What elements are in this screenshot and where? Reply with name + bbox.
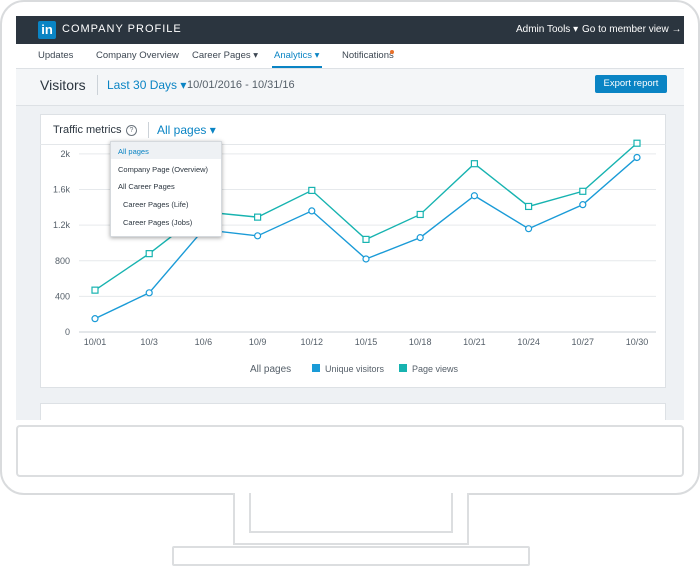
x-tick-label: 10/3 [140,337,158,347]
x-tick-label: 10/30 [626,337,649,347]
legend-swatch-unique-visitors [312,364,320,372]
data-point [416,210,424,219]
data-point [470,160,478,168]
data-point [633,139,641,147]
data-point [254,213,262,221]
x-tick-label: 10/15 [355,337,378,347]
dropdown-option-company-page[interactable]: Company Page (Overview) [118,165,208,174]
dropdown-option-all-career-pages[interactable]: All Career Pages [118,182,175,191]
x-tick-label: 10/21 [463,337,486,347]
dropdown-option-career-life[interactable]: Career Pages (Life) [123,200,188,209]
data-point [416,234,424,242]
data-point [254,232,262,240]
data-point [91,315,99,323]
data-point [91,286,99,294]
data-point [579,187,587,195]
y-tick-label: 1.6k [53,185,71,195]
x-tick-label: 10/01 [84,337,107,347]
monitor-chin [16,425,684,477]
x-tick-label: 10/6 [195,337,213,347]
x-tick-label: 10/27 [572,337,595,347]
data-point [145,289,153,297]
monitor-base [172,546,530,566]
screen: in COMPANY PROFILE Admin Tools ▾ Go to m… [16,16,684,420]
y-tick-label: 0 [65,327,70,337]
dropdown-option-all-pages[interactable]: All pages [118,147,149,156]
secondary-card [40,403,666,420]
y-tick-label: 1.2k [53,220,71,230]
data-point [633,153,641,162]
data-point [525,202,533,211]
x-tick-label: 10/24 [517,337,540,347]
data-point [308,186,316,195]
legend-swatch-page-views [399,364,407,372]
data-point [470,192,478,200]
data-point [524,225,533,233]
data-point [362,255,370,263]
data-point [579,201,587,209]
data-point [145,250,153,258]
x-tick-label: 10/18 [409,337,432,347]
legend-label-unique-visitors: Unique visitors [325,364,385,374]
x-tick-label: 10/12 [301,337,324,347]
legend-title: All pages [250,364,291,375]
x-tick-label: 10/9 [249,337,267,347]
y-tick-label: 800 [55,256,70,266]
data-point [362,235,370,243]
data-point [308,207,316,215]
dropdown-option-career-jobs[interactable]: Career Pages (Jobs) [123,218,192,227]
monitor-neck [249,493,453,533]
legend-label-page-views: Page views [412,364,459,374]
y-tick-label: 400 [55,291,70,301]
y-tick-label: 2k [60,149,70,159]
